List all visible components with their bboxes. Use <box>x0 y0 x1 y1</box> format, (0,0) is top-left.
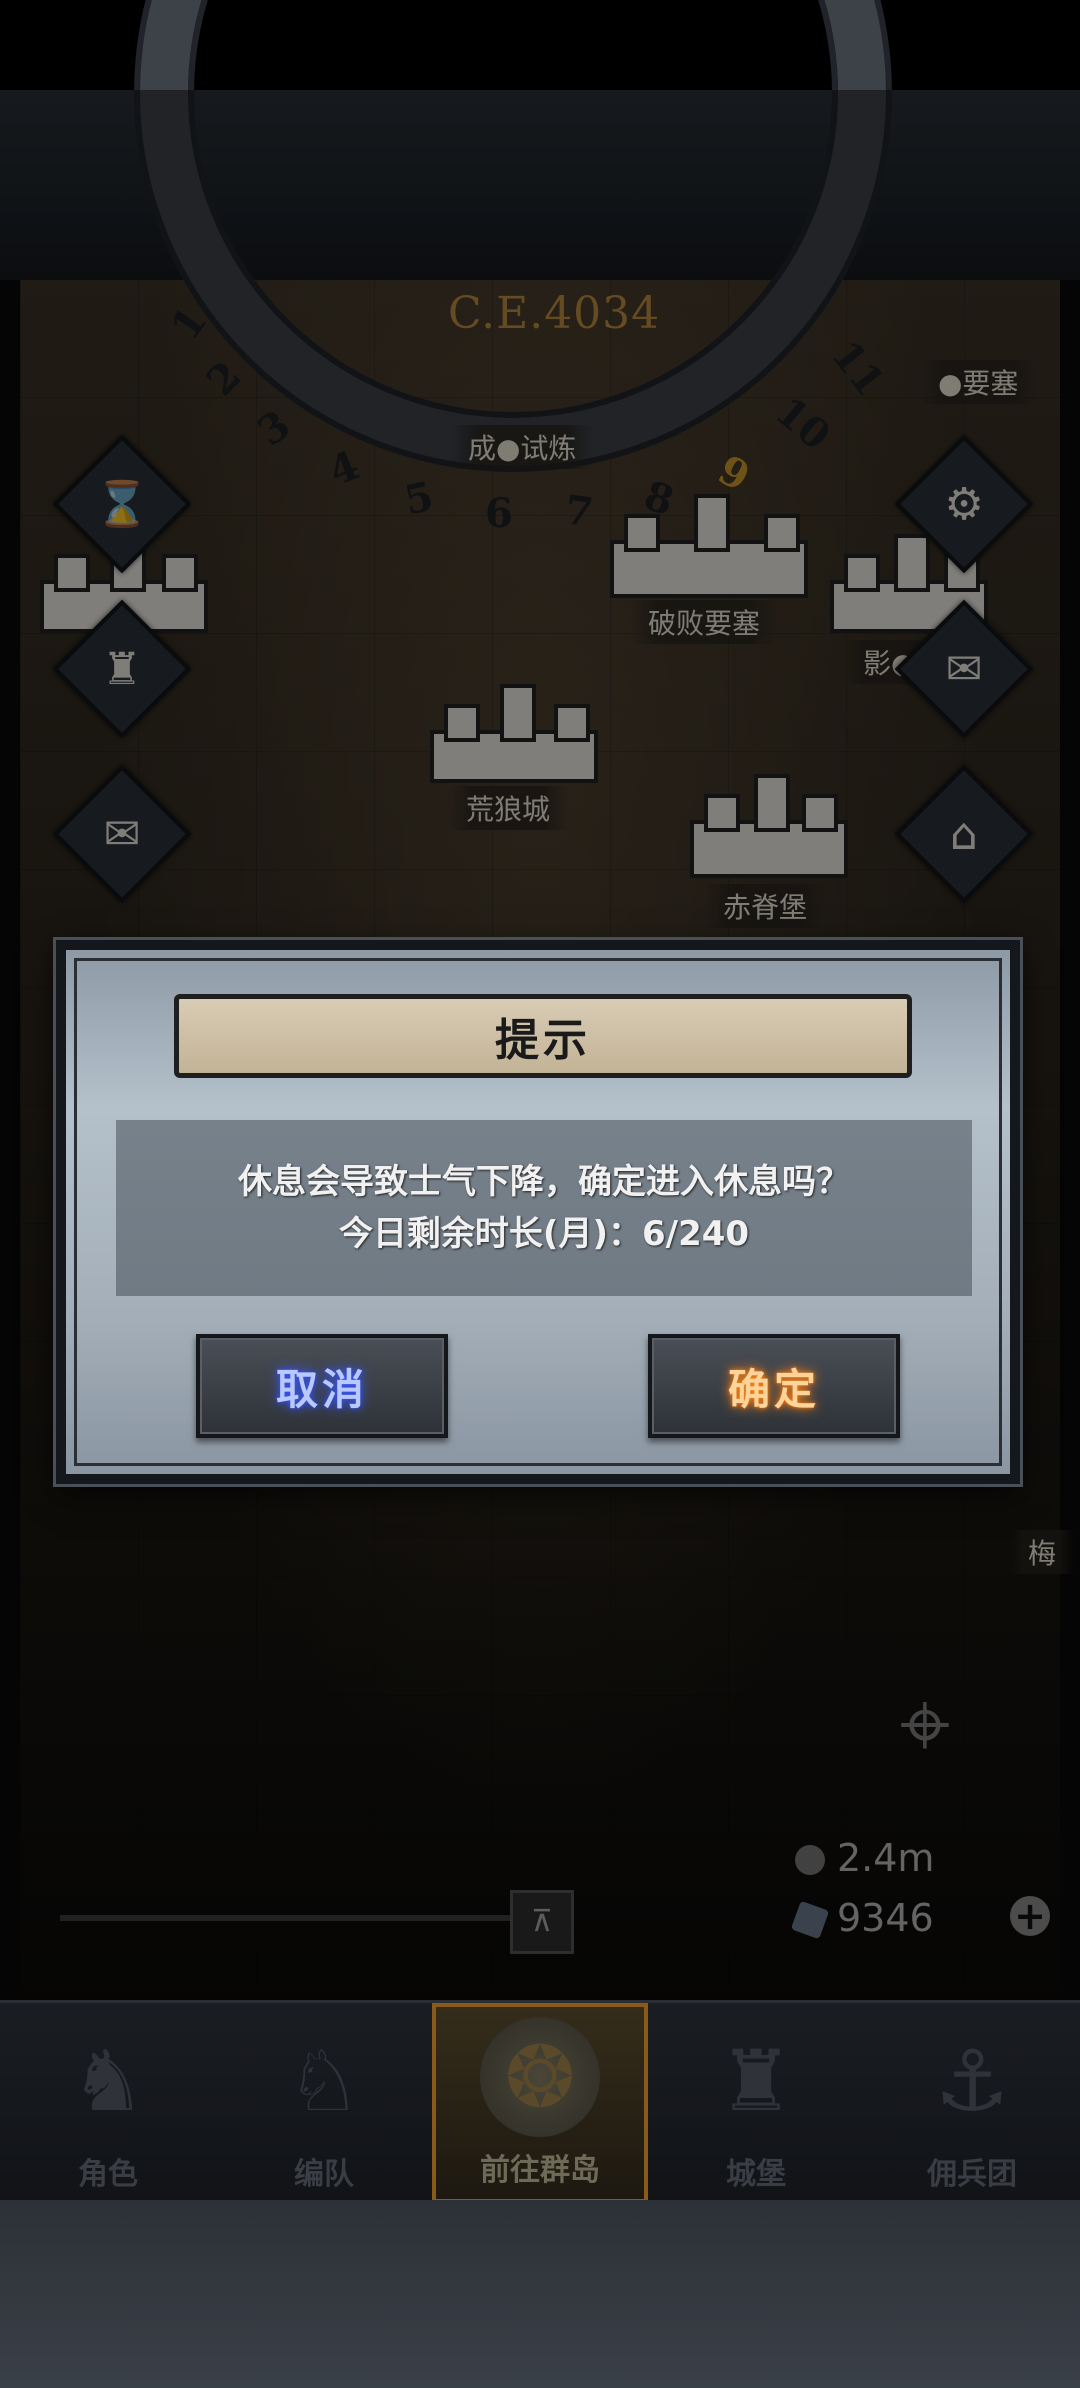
nav-item-castle[interactable]: ♜ 城堡 <box>648 2003 864 2203</box>
nav-item-formation[interactable]: ♘ 编队 <box>216 2003 432 2203</box>
nav-label: 前往群岛 <box>480 2153 600 2188</box>
bottom-nav: ♞ 角色 ♘ 编队 ❂ 前往群岛 ♜ 城堡 ⚓ 佣兵团 <box>0 2000 1080 2203</box>
remaining-time: 今日剩余时长(月)：6/240 <box>338 1214 750 1254</box>
island-map-icon: ❂ <box>480 2017 600 2137</box>
nav-item-archipelago[interactable]: ❂ 前往群岛 <box>432 2003 648 2203</box>
knight-helmet-icon: ♞ <box>70 2032 146 2130</box>
cancel-button[interactable]: 取消 <box>196 1334 448 1438</box>
armored-knight-icon: ♘ <box>286 2032 362 2130</box>
nav-item-character[interactable]: ♞ 角色 <box>0 2003 216 2203</box>
nav-label: 城堡 <box>726 2157 786 2192</box>
rest-confirm-dialog: 提示 休息会导致士气下降，确定进入休息吗？ 今日剩余时长(月)：6/240 取消… <box>56 940 1020 1484</box>
dialog-title-banner: 提示 <box>174 994 912 1078</box>
mercenary-ship-icon: ⚓ <box>934 2032 1010 2130</box>
dialog-message: 休息会导致士气下降，确定进入休息吗？ <box>238 1162 850 1202</box>
confirm-button[interactable]: 确定 <box>648 1334 900 1438</box>
nav-label: 角色 <box>78 2157 138 2192</box>
dialog-message-panel: 休息会导致士气下降，确定进入休息吗？ 今日剩余时长(月)：6/240 <box>116 1120 972 1296</box>
nav-label: 佣兵团 <box>927 2157 1017 2192</box>
castle-icon: ♜ <box>718 2032 794 2130</box>
nav-item-mercenary[interactable]: ⚓ 佣兵团 <box>864 2003 1080 2203</box>
nav-label: 编队 <box>294 2157 354 2192</box>
dialog-title: 提示 <box>495 1015 591 1066</box>
bottom-band <box>0 2200 1080 2388</box>
